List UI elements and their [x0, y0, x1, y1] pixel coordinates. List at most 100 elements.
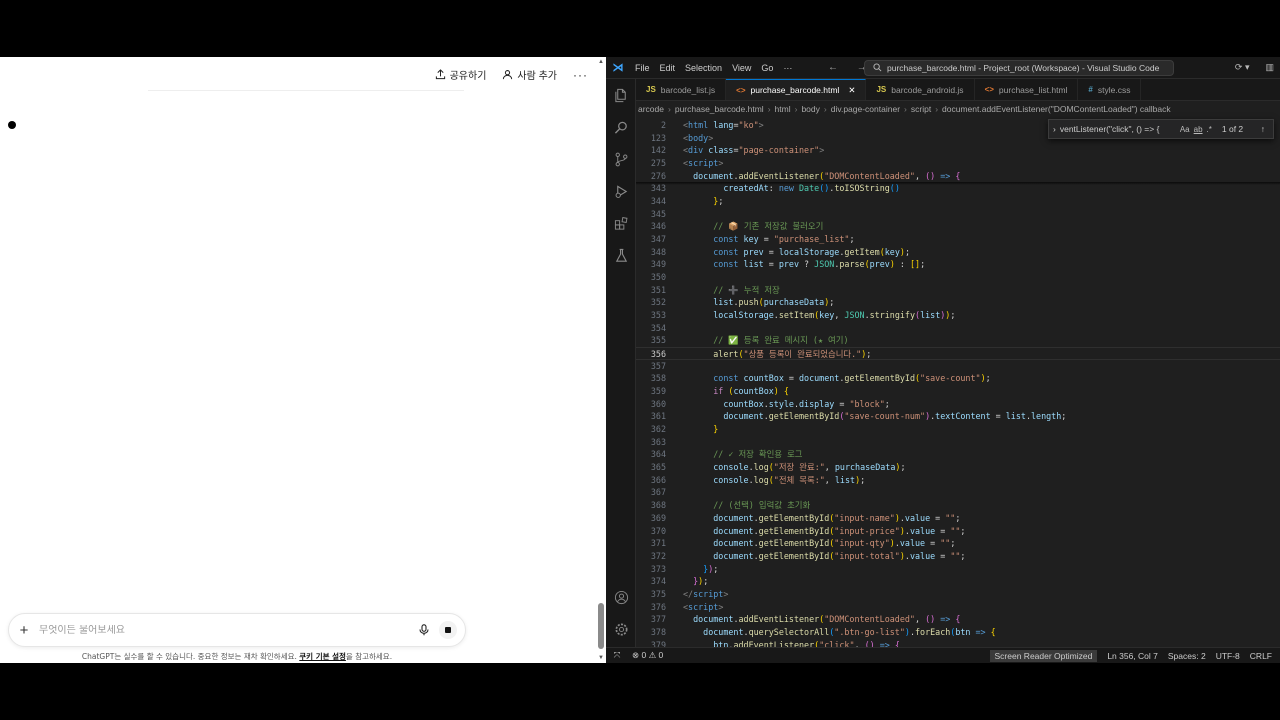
more-options-button[interactable]: ··· [573, 68, 588, 82]
settings-gear-icon[interactable] [606, 613, 636, 645]
code-line[interactable]: 365 console.log("저장 완료:", purchaseData); [636, 461, 1280, 474]
match-case-toggle[interactable]: Aa [1180, 125, 1190, 134]
sticky-scroll-line[interactable]: 142 <div class="page-container"> [636, 144, 1280, 158]
menu-item[interactable]: View [727, 63, 756, 73]
editor-tab[interactable]: # style.css [1078, 79, 1142, 100]
code-line[interactable]: 345 [636, 208, 1280, 221]
editor-tab[interactable]: JS barcode_android.js [866, 79, 975, 100]
stop-button[interactable] [439, 621, 457, 639]
menu-item[interactable]: File [630, 63, 655, 73]
line-number: 375 [650, 588, 666, 599]
code-line[interactable]: 368 // (선택) 입력값 초기화 [636, 499, 1280, 512]
mic-button[interactable] [413, 624, 435, 636]
code-line[interactable]: 366 console.log("전체 목록:", list); [636, 474, 1280, 487]
account-icon[interactable] [606, 581, 636, 613]
problems-indicator[interactable]: ⊗ 0 ⚠ 0 [632, 650, 663, 661]
code-line[interactable]: 359 if (countBox) { [636, 385, 1280, 398]
code-line[interactable]: 377 document.addEventListener("DOMConten… [636, 613, 1280, 626]
code-line[interactable]: 375 </script> [636, 588, 1280, 601]
line-number: 362 [650, 424, 666, 435]
code-line[interactable]: 357 [636, 360, 1280, 373]
remote-indicator-icon[interactable]: ⤧ [606, 650, 628, 661]
code-line[interactable]: 344 }; [636, 195, 1280, 208]
source-control-icon[interactable] [606, 143, 636, 175]
menu-item[interactable]: Edit [655, 63, 681, 73]
scrollbar-thumb[interactable] [598, 603, 604, 649]
chat-scrollbar[interactable]: ▲ ▼ [598, 57, 604, 663]
code-line[interactable]: 346 // 📦 기존 저장값 불러오기 [636, 220, 1280, 233]
layout-icon[interactable]: ▥ [1265, 62, 1274, 73]
code-line[interactable]: 363 [636, 436, 1280, 449]
code-line[interactable]: 354 [636, 322, 1280, 335]
line-code: document.getElementById("save-count-num"… [723, 411, 1067, 422]
sticky-scroll-line[interactable]: 276 document.addEventListener("DOMConten… [636, 169, 1280, 183]
scroll-up-icon[interactable]: ▲ [598, 59, 604, 65]
code-line[interactable]: 373 }); [636, 563, 1280, 576]
code-line[interactable]: 370 document.getElementById("input-price… [636, 525, 1280, 538]
code-line[interactable]: 356 alert("상품 등록이 완료되었습니다."); [636, 347, 1280, 360]
breadcrumb-item[interactable]: body [801, 104, 819, 114]
editor-tab[interactable]: <> purchase_list.html [975, 79, 1079, 100]
code-line[interactable]: 367 [636, 486, 1280, 499]
activity-bar [606, 79, 636, 649]
code-line[interactable]: 362 } [636, 423, 1280, 436]
sticky-scroll-line[interactable]: 275 <script> [636, 157, 1280, 170]
extensions-icon[interactable] [606, 207, 636, 239]
code-line[interactable]: 372 document.getElementById("input-total… [636, 550, 1280, 563]
code-line[interactable]: 364 // ✓ 저장 확인용 로그 [636, 448, 1280, 461]
code-line[interactable]: 351 // ➕ 누적 저장 [636, 284, 1280, 297]
menu-item[interactable]: Selection [680, 63, 727, 73]
code-line[interactable]: 355 // ✅ 등록 완료 메시지 (★ 여기) [636, 334, 1280, 347]
find-expand-chevron-icon[interactable]: › [1053, 124, 1056, 134]
share-button[interactable]: 공유하기 [435, 67, 486, 82]
search-view-icon[interactable] [606, 111, 636, 143]
encoding-status[interactable]: UTF-8 [1216, 651, 1240, 661]
code-line[interactable]: 361 document.getElementById("save-count-… [636, 410, 1280, 423]
breadcrumb-item[interactable]: arcode [638, 104, 664, 114]
scroll-down-icon[interactable]: ▼ [598, 655, 604, 661]
run-debug-icon[interactable] [606, 175, 636, 207]
code-line[interactable]: 353 localStorage.setItem(key, JSON.strin… [636, 309, 1280, 322]
code-editor[interactable]: 2 <html lang="ko"> 123 <body> 142 <div class=… [636, 119, 1280, 650]
code-line[interactable]: 358 const countBox = document.getElement… [636, 372, 1280, 385]
close-tab-icon[interactable]: ✕ [848, 85, 855, 96]
line-number: 361 [650, 411, 666, 422]
editor-tab[interactable]: <> purchase_barcode.html ✕ [726, 79, 867, 100]
code-line[interactable]: 360 countBox.style.display = "block"; [636, 398, 1280, 411]
cursor-position[interactable]: Ln 356, Col 7 [1107, 651, 1158, 661]
code-line[interactable]: 347 const key = "purchase_list"; [636, 233, 1280, 246]
attach-plus-icon[interactable]: + [9, 622, 39, 639]
menu-item[interactable]: Go [756, 63, 778, 73]
menu-item[interactable]: ··· [778, 63, 797, 73]
testing-flask-icon[interactable] [606, 239, 636, 271]
code-line[interactable]: 369 document.getElementById("input-name"… [636, 512, 1280, 525]
breadcrumb-item[interactable]: script [911, 104, 931, 114]
breadcrumb-item[interactable]: html [775, 104, 791, 114]
breadcrumb-item[interactable]: document.addEventListener("DOMContentLoa… [942, 104, 1171, 114]
breadcrumb-separator-icon: › [904, 104, 907, 114]
whole-word-toggle[interactable]: ab [1194, 125, 1203, 134]
breadcrumb-item[interactable]: div.page-container [831, 104, 900, 114]
indentation-status[interactable]: Spaces: 2 [1168, 651, 1206, 661]
code-line[interactable]: 374 }); [636, 575, 1280, 588]
find-input[interactable]: ventListener("click", () => { [1060, 124, 1176, 134]
code-line[interactable]: 378 document.querySelectorAll(".btn-go-l… [636, 626, 1280, 639]
code-line[interactable]: 350 [636, 271, 1280, 284]
screen-reader-status[interactable]: Screen Reader Optimized [989, 649, 1098, 662]
code-line[interactable]: 349 const list = prev ? JSON.parse(prev)… [636, 258, 1280, 271]
add-person-button[interactable]: 사람 추가 [502, 67, 557, 82]
code-line[interactable]: 376 <script> [636, 601, 1280, 614]
explorer-icon[interactable] [606, 79, 636, 111]
code-line[interactable]: 348 const prev = localStorage.getItem(ke… [636, 246, 1280, 259]
message-input[interactable] [39, 624, 413, 636]
command-center-search[interactable]: purchase_barcode.html - Project_root (Wo… [864, 59, 1174, 76]
editor-tab[interactable]: JS barcode_list.js [636, 79, 727, 100]
code-line[interactable]: 371 document.getElementById("input-qty")… [636, 537, 1280, 550]
find-previous-arrow-icon[interactable]: ↑ [1261, 124, 1265, 134]
eol-status[interactable]: CRLF [1250, 651, 1272, 661]
code-line[interactable]: 352 list.push(purchaseData); [636, 296, 1280, 309]
regex-toggle[interactable]: .* [1207, 125, 1212, 134]
breadcrumb-item[interactable]: purchase_barcode.html [675, 104, 764, 114]
copilot-icon[interactable]: ⟳ ▾ [1235, 62, 1250, 73]
cookie-settings-link[interactable]: 쿠키 기본 설정 [299, 652, 346, 661]
